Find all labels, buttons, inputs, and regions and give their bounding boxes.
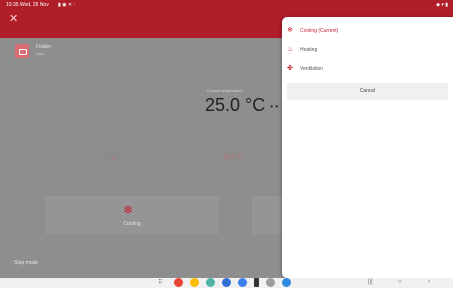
mode-option-cooling[interactable]: ❄ Cooling (Current) (282, 22, 453, 40)
dock-app-icon[interactable] (266, 278, 275, 287)
decrease-temperature-button[interactable]: – (104, 149, 122, 167)
mode-option-label: Heating (300, 47, 318, 53)
recents-button[interactable]: ||| (368, 279, 373, 285)
current-temperature: 25.0 °C • • (205, 95, 278, 116)
mode-selection-sheet: ❄ Cooling (Current) ♨ Heating ✤ Ventilat… (282, 17, 453, 278)
mode-option-heating[interactable]: ♨ Heating (282, 41, 453, 59)
current-temperature-label: Current temperature (207, 88, 244, 93)
dock-app-icon[interactable] (282, 278, 291, 287)
mode-option-ventilation[interactable]: ✤ Ventilation (282, 60, 453, 78)
flame-icon: ♨ (287, 46, 294, 53)
secondary-card[interactable] (252, 196, 283, 234)
status-icons-left: ▮ ◉ ✕ · (58, 2, 76, 8)
dock-app-icon[interactable] (254, 278, 259, 287)
cancel-button[interactable]: Cancel (287, 83, 448, 100)
snowflake-icon: ❄ (287, 27, 293, 34)
status-time: 10:35 Wed, 26 Nov (6, 2, 49, 8)
dock-app-icon[interactable] (222, 278, 231, 287)
mode-card[interactable]: ❄ Cooling (45, 196, 219, 234)
back-button[interactable]: ‹ (428, 279, 430, 285)
mode-option-label: Ventilation (300, 66, 324, 72)
snowflake-icon: ❄ (123, 203, 134, 217)
device-icon (15, 44, 29, 58)
device-subtitle: Salu (36, 51, 45, 56)
current-temperature-value: 25.0 °C (205, 95, 266, 115)
dock-app-icon[interactable] (190, 278, 199, 287)
status-bar: 10:35 Wed, 26 Nov ▮ ◉ ✕ · ◆ ▾ ▮ (0, 0, 453, 10)
device-name: Fodwo (36, 44, 52, 50)
mode-card-label: Cooling (123, 221, 141, 227)
mode-option-label: Cooling (Current) (300, 28, 339, 34)
target-temperature-button[interactable]: 23.0 °C (218, 148, 248, 168)
navigation-bar: ⠿ ||| ○ ‹ (0, 278, 453, 288)
fan-icon: ✤ (287, 65, 293, 72)
step-mode-label: Step mode (14, 260, 39, 266)
home-button[interactable]: ○ (398, 279, 402, 285)
dock-app-icon[interactable] (238, 278, 247, 287)
current-temperature-indicator: • • (270, 101, 279, 111)
grid-icon[interactable]: ⠿ (158, 279, 162, 286)
dock-app-icon[interactable] (206, 278, 215, 287)
status-icons-right: ◆ ▾ ▮ (436, 2, 448, 8)
close-icon[interactable]: ✕ (9, 12, 18, 25)
dock-app-icon[interactable] (174, 278, 183, 287)
